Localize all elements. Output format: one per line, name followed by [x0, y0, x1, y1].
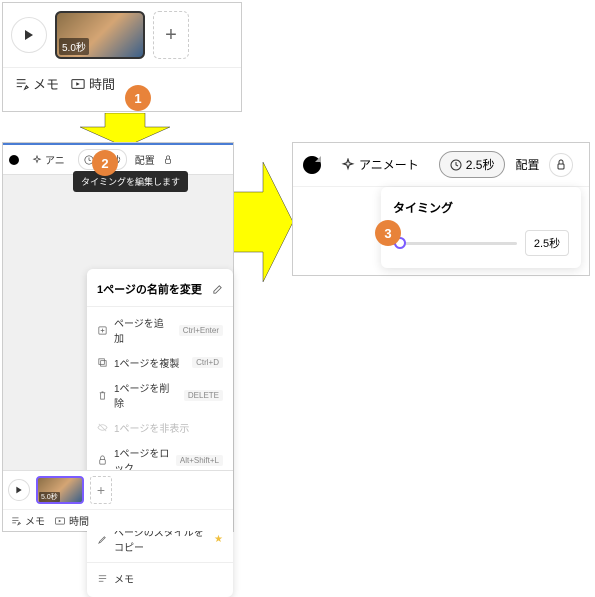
play-icon [23, 29, 35, 41]
add-page-small[interactable]: + [90, 476, 112, 504]
panel-3: アニメート 2.5秒 配置 タイミング 2.5秒 [292, 142, 590, 276]
menu-add-page[interactable]: ページを追加 Ctrl+Enter [87, 310, 233, 350]
panel2-toolbar: アニ 5.0秒 配置 タイミングを編集します [3, 143, 233, 175]
panel1-bottom-row: メモ 時間 [3, 67, 241, 99]
page-thumbnail-small[interactable]: 5.0秒 [36, 476, 84, 504]
shortcut-label: Ctrl+D [192, 357, 223, 368]
shortcut-label: DELETE [184, 390, 223, 401]
menu-header[interactable]: 1ページの名前を変更 [87, 275, 233, 303]
timing-slider-row: 2.5秒 [393, 230, 569, 256]
lock-icon [97, 455, 108, 466]
edit-icon [212, 284, 223, 295]
layout-label[interactable]: 配置 [135, 152, 155, 167]
menu-item-label: 1ページを削除 [114, 380, 178, 410]
panel-2: アニ 5.0秒 配置 タイミングを編集します 1ページの名前を変更 ページを追加… [2, 142, 234, 532]
time-label: 時間 [69, 513, 89, 528]
animate-label: アニメート [359, 156, 419, 173]
clock-icon [450, 159, 462, 171]
menu-item-label: 1ページを非表示 [114, 420, 189, 435]
time-value-label: 2.5秒 [466, 156, 495, 173]
menu-divider [87, 306, 233, 307]
copy-icon [97, 357, 108, 368]
memo-button[interactable]: メモ [15, 74, 59, 93]
menu-item-label: ページを追加 [114, 315, 173, 345]
sparkle-icon [32, 155, 42, 165]
menu-item-label: メモ [114, 571, 134, 586]
shortcut-label: Alt+Shift+L [176, 455, 223, 466]
time-button-small[interactable]: 時間 [55, 513, 89, 528]
step-badge-1: 1 [125, 85, 151, 111]
sparkle-icon [341, 158, 355, 172]
time-rect-icon [55, 516, 65, 526]
timing-popup: タイミング 2.5秒 [381, 187, 581, 268]
lock-icon [555, 159, 567, 171]
app-logo [303, 156, 321, 174]
panel1-top-row: 5.0秒 + [3, 3, 241, 67]
menu-duplicate-page[interactable]: 1ページを複製 Ctrl+D [87, 350, 233, 375]
memo-icon [15, 77, 29, 91]
brush-icon [97, 534, 108, 545]
lock-button[interactable] [549, 153, 573, 177]
time-label: 時間 [89, 74, 115, 93]
memo-label: メモ [25, 513, 45, 528]
step-badge-2: 2 [92, 150, 118, 176]
memo-icon [11, 516, 21, 526]
thumb-sm-duration: 5.0秒 [39, 492, 60, 502]
arrow-right-icon [233, 162, 293, 282]
animate-button[interactable]: アニメート [331, 152, 429, 177]
timing-popup-title: タイミング [393, 199, 569, 216]
time-rect-icon [71, 77, 85, 91]
note-icon [97, 573, 108, 584]
panel-1: 5.0秒 + メモ 時間 [2, 2, 242, 112]
time-pill[interactable]: 2.5秒 [439, 151, 506, 178]
animate-short-label: アニ [45, 152, 65, 167]
animate-pill[interactable]: アニ [27, 150, 70, 169]
timing-slider[interactable] [393, 242, 517, 245]
time-button[interactable]: 時間 [71, 74, 115, 93]
trash-icon [97, 390, 108, 401]
layout-label[interactable]: 配置 [515, 156, 539, 173]
memo-label: メモ [33, 74, 59, 93]
timing-value-input[interactable]: 2.5秒 [525, 230, 569, 256]
footer-thumbs-row: 5.0秒 + [3, 471, 233, 509]
menu-item-label: 1ページを複製 [114, 355, 179, 370]
step-badge-3: 3 [375, 220, 401, 246]
thumbnail-duration-label: 5.0秒 [59, 38, 89, 55]
timing-tooltip: タイミングを編集します [73, 171, 188, 192]
page-thumbnail[interactable]: 5.0秒 [55, 11, 145, 59]
page-context-menu: 1ページの名前を変更 ページを追加 Ctrl+Enter 1ページを複製 Ctr… [87, 269, 233, 597]
lock-icon[interactable] [163, 155, 173, 165]
memo-button-small[interactable]: メモ [11, 513, 45, 528]
play-button-small[interactable] [8, 479, 30, 501]
shortcut-label: Ctrl+Enter [179, 325, 223, 336]
menu-header-label: 1ページの名前を変更 [97, 281, 202, 297]
menu-hide-page: 1ページを非表示 [87, 415, 233, 440]
app-logo-dot [9, 155, 19, 165]
menu-memo[interactable]: メモ [87, 566, 233, 591]
panel2-footer: 5.0秒 + メモ 時間 [3, 470, 233, 531]
plus-icon [97, 325, 108, 336]
panel3-toolbar: アニメート 2.5秒 配置 [293, 143, 589, 187]
play-button[interactable] [11, 17, 47, 53]
menu-divider [87, 562, 233, 563]
menu-delete-page[interactable]: 1ページを削除 DELETE [87, 375, 233, 415]
play-icon [15, 486, 23, 494]
eye-off-icon [97, 422, 108, 433]
star-icon: ★ [214, 534, 223, 545]
footer-bottom-row: メモ 時間 [3, 509, 233, 531]
add-page-button[interactable]: + [153, 11, 189, 59]
